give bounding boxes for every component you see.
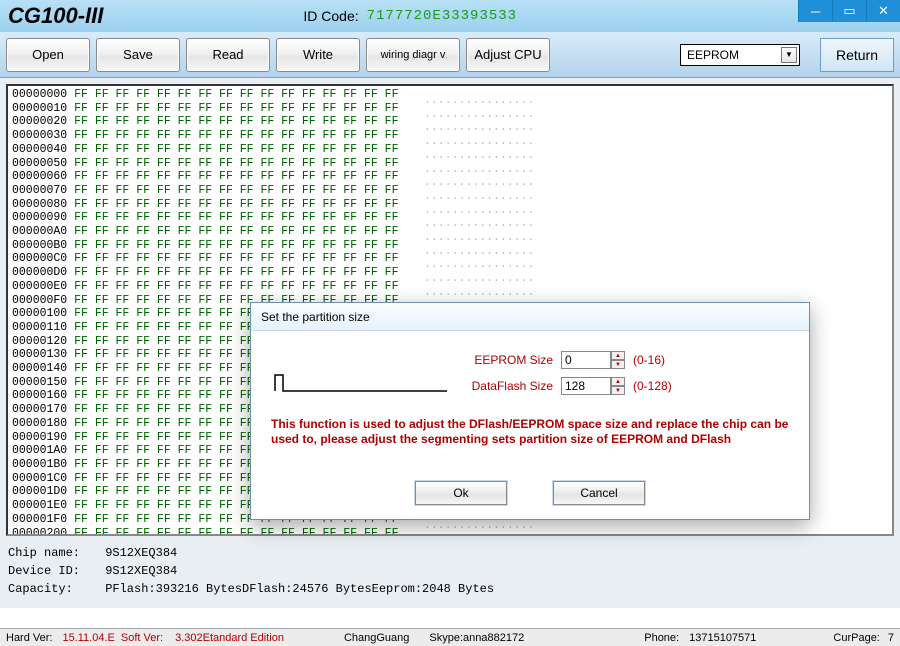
minimize-button[interactable]: ─: [798, 0, 832, 22]
title-bar: CG100-III ID Code: 7177720E33393533 ─ ▭ …: [0, 0, 900, 32]
eeprom-size-label: EEPROM Size: [461, 353, 553, 367]
hard-ver-value: 15.11.04.E: [62, 632, 114, 644]
skype-label: Skype:: [429, 632, 463, 644]
phone-label: Phone:: [644, 632, 679, 644]
author-value: ChangGuang: [344, 632, 409, 644]
return-button[interactable]: Return: [820, 38, 894, 72]
dialog-message: This function is used to adjust the DFla…: [271, 417, 789, 447]
dflash-size-input[interactable]: [561, 377, 611, 395]
close-button[interactable]: ✕: [866, 0, 900, 22]
soft-ver-label: Soft Ver:: [121, 632, 163, 644]
hard-ver-label: Hard Ver:: [6, 632, 52, 644]
dflash-range: (0-128): [633, 379, 672, 393]
dflash-up-icon[interactable]: ▲: [611, 377, 625, 386]
memory-type-value: EEPROM: [687, 48, 739, 62]
eeprom-size-input[interactable]: [561, 351, 611, 369]
eeprom-size-stepper[interactable]: ▲ ▼: [561, 351, 625, 369]
curpage-label: CurPage:: [833, 632, 879, 644]
phone-value: 13715107571: [689, 632, 756, 644]
eeprom-range: (0-16): [633, 353, 665, 367]
dialog-body: EEPROM Size ▲ ▼ (0-16) DataFlash Size: [251, 331, 809, 519]
cancel-button[interactable]: Cancel: [553, 481, 645, 505]
soft-ver-value: 3.302: [175, 632, 203, 644]
main-body: 00000000 FF FF FF FF FF FF FF FF FF FF F…: [0, 78, 900, 608]
skype-value: anna882172: [463, 632, 524, 644]
eeprom-up-icon[interactable]: ▲: [611, 351, 625, 360]
memory-type-dropdown[interactable]: EEPROM ▼: [680, 44, 800, 66]
eeprom-down-icon[interactable]: ▼: [611, 360, 625, 369]
id-code-label: ID Code:: [303, 8, 358, 24]
window-buttons: ─ ▭ ✕: [798, 0, 900, 22]
ok-button[interactable]: Ok: [415, 481, 507, 505]
maximize-button[interactable]: ▭: [832, 0, 866, 22]
dflash-size-label: DataFlash Size: [461, 379, 553, 393]
id-code-value: 7177720E33393533: [367, 8, 517, 24]
read-button[interactable]: Read: [186, 38, 270, 72]
dflash-size-stepper[interactable]: ▲ ▼: [561, 377, 625, 395]
dflash-down-icon[interactable]: ▼: [611, 386, 625, 395]
dialog-title: Set the partition size: [251, 303, 809, 331]
edition-value: Etandard Edition: [203, 632, 284, 644]
wiring-diagram-button[interactable]: wiring diagr v: [366, 38, 460, 72]
eeprom-size-row: EEPROM Size ▲ ▼ (0-16): [461, 351, 665, 369]
save-button[interactable]: Save: [96, 38, 180, 72]
write-button[interactable]: Write: [276, 38, 360, 72]
open-button[interactable]: Open: [6, 38, 90, 72]
chevron-down-icon: ▼: [781, 47, 797, 63]
curpage-value: 7: [888, 632, 894, 644]
dialog-buttons: Ok Cancel: [251, 481, 809, 505]
toolbar: Open Save Read Write wiring diagr v Adju…: [0, 32, 900, 78]
partition-diagram-icon: [271, 361, 451, 401]
partition-dialog: Set the partition size EEPROM Size ▲ ▼: [250, 302, 810, 520]
dflash-size-row: DataFlash Size ▲ ▼ (0-128): [461, 377, 672, 395]
app-name: CG100-III: [8, 3, 103, 29]
status-bar: Hard Ver: 15.11.04.E Soft Ver: 3.302 Eta…: [0, 628, 900, 646]
adjust-cpu-button[interactable]: Adjust CPU: [466, 38, 550, 72]
dialog-overlay: Set the partition size EEPROM Size ▲ ▼: [0, 78, 900, 608]
